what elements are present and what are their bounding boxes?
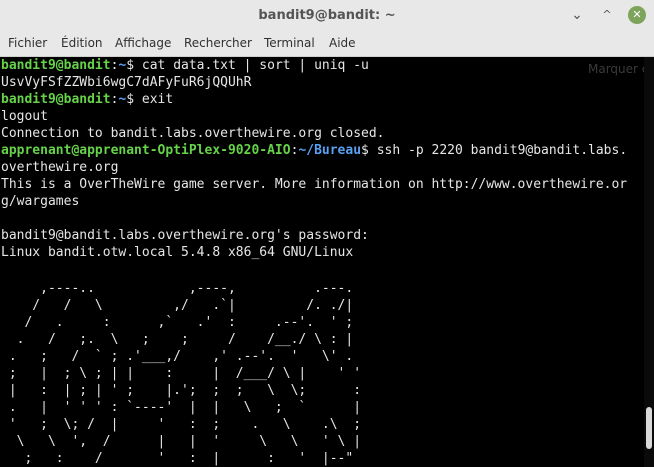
- prompt-command: $ exit: [126, 92, 174, 107]
- title-bar[interactable]: bandit9@bandit: ~ ⌄ ^ ✕: [0, 0, 654, 31]
- terminal-output[interactable]: Marquer co bandit9@bandit:~$ cat data.tx…: [0, 57, 644, 467]
- prompt-user: bandit9@bandit: [1, 58, 111, 73]
- prompt-line: apprenant@apprenant-OptiPlex-9020-AIO:~/…: [1, 142, 627, 159]
- menu-bar: Fichier Édition Affichage Rechercher Ter…: [0, 31, 654, 57]
- terminal-scrollbar[interactable]: [644, 57, 654, 467]
- terminal-window: bandit9@bandit: ~ ⌄ ^ ✕ Fichier Édition …: [0, 0, 654, 467]
- output-line: g/wargames: [1, 194, 80, 209]
- output-line: This is a OverTheWire game server. More …: [1, 177, 628, 192]
- minimize-icon[interactable]: ⌄: [568, 6, 586, 24]
- menu-edition[interactable]: Édition: [61, 31, 103, 56]
- close-icon[interactable]: ✕: [628, 6, 646, 24]
- output-line: overthewire.org: [1, 160, 119, 175]
- ascii-art-banner: ,----.. ,----, .---. / / \ ,/ .`| /. ./|…: [8, 281, 362, 466]
- menu-aide[interactable]: Aide: [329, 31, 356, 56]
- scrollbar-thumb[interactable]: [646, 407, 652, 449]
- menu-terminal[interactable]: Terminal: [264, 31, 315, 56]
- prompt-user: apprenant@apprenant-OptiPlex-9020-AIO: [1, 143, 291, 158]
- menu-fichier[interactable]: Fichier: [8, 31, 47, 56]
- output-line: Linux bandit.otw.local 5.4.8 x86_64 GNU/…: [1, 245, 354, 260]
- menu-rechercher[interactable]: Rechercher: [184, 31, 252, 56]
- prompt-user: bandit9@bandit: [1, 92, 111, 107]
- prompt-line: bandit9@bandit:~$ exit: [1, 91, 173, 108]
- output-line: logout: [1, 109, 48, 124]
- output-line: UsvVyFSfZZWbi6wgC7dAFyFuR6jQQUhR: [1, 75, 252, 90]
- maximize-icon[interactable]: ^: [598, 6, 616, 24]
- output-line: Connection to bandit.labs.overthewire.or…: [1, 126, 385, 141]
- window-title: bandit9@bandit: ~: [258, 8, 396, 23]
- output-line: bandit9@bandit.labs.overthewire.org's pa…: [1, 228, 369, 243]
- prompt-line: bandit9@bandit:~$ cat data.txt | sort | …: [1, 57, 369, 74]
- menu-affichage[interactable]: Affichage: [115, 31, 171, 56]
- prompt-command: $ ssh -p 2220 bandit9@bandit.labs.: [361, 143, 628, 158]
- prompt-path: ~/Bureau: [298, 143, 362, 158]
- ghost-tooltip-text: Marquer co: [588, 62, 644, 76]
- prompt-command: $ cat data.txt | sort | uniq -u: [126, 58, 369, 73]
